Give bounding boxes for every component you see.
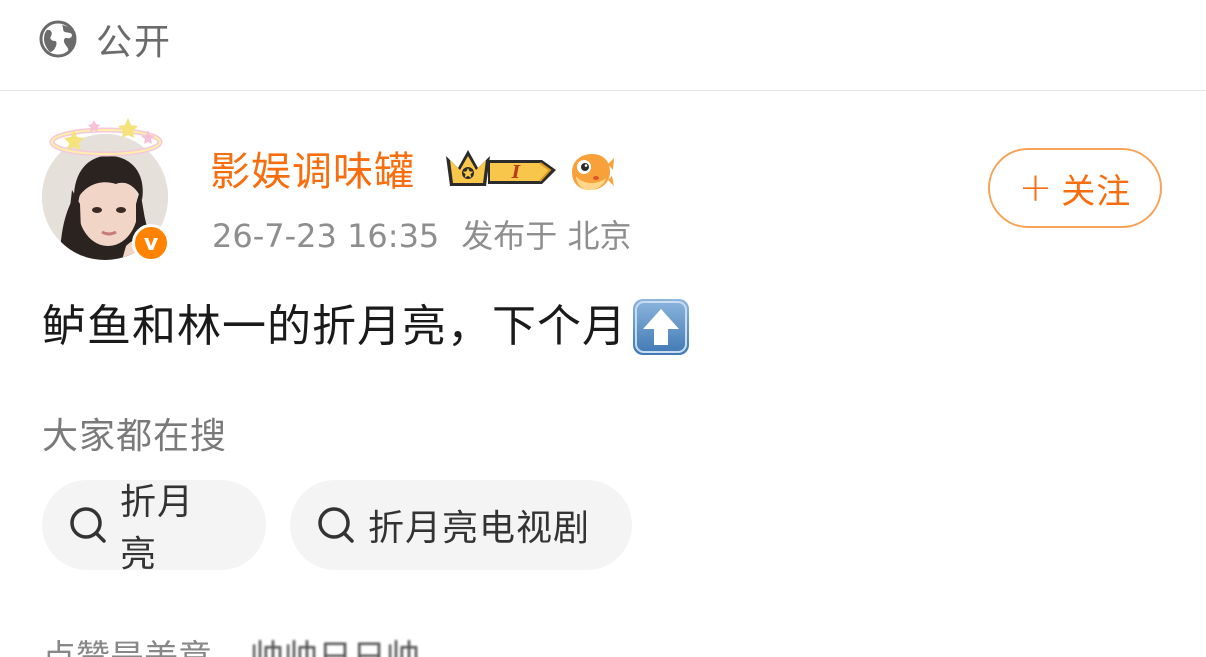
pufferfish-icon[interactable] [568, 150, 614, 194]
follow-button[interactable]: + 关注 [988, 148, 1162, 228]
author-avatar-area[interactable]: v [42, 112, 170, 262]
post-meta: 26-7-23 16:35 发布于 北京 [212, 212, 631, 260]
search-icon [70, 507, 106, 543]
search-chip-label: 折月亮 [120, 482, 195, 575]
plus-icon: + [1018, 165, 1054, 211]
post-location: 发布于 北京 [461, 217, 632, 255]
search-chip-label: 折月亮电视剧 [368, 508, 591, 549]
globe-icon [39, 20, 77, 58]
post-content: 鲈鱼和林一的折月亮，下个月 [42, 296, 691, 358]
svg-text:I: I [511, 162, 521, 183]
search-chip[interactable]: 折月亮 [42, 480, 266, 575]
divider [0, 90, 1206, 91]
author-name[interactable]: 影娱调味罐 [210, 146, 415, 198]
verified-badge: v [132, 224, 170, 262]
follow-label: 关注 [1061, 171, 1132, 212]
post-time: 26-7-23 16:35 [212, 217, 440, 255]
halo-decoration [49, 118, 163, 157]
search-section-heading: 大家都在搜 [42, 416, 228, 457]
crown-level-icon[interactable]: I [444, 146, 562, 194]
search-icon [318, 507, 354, 543]
post-text: 鲈鱼和林一的折月亮，下个月 [42, 301, 627, 352]
search-chip[interactable]: 折月亮电视剧 [290, 480, 632, 570]
partial-footer-text: 点赞是美意帅帅日日帅 [42, 638, 420, 657]
visibility-indicator: 公开 [38, 16, 173, 63]
weibo-post-page: 公开 v 影娱调味罐 I 26-7-23 16:35 发布于 北京 + 关注 鲈… [0, 0, 1206, 657]
visibility-label: 公开 [96, 22, 173, 63]
up-arrow-icon [633, 299, 689, 355]
